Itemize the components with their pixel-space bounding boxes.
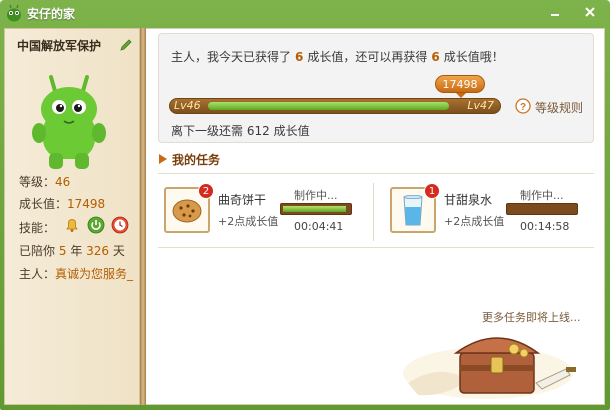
tasks-title: 我的任务 [172, 153, 221, 167]
task-time: 00:04:41 [294, 220, 344, 233]
pencil-icon[interactable] [119, 38, 133, 52]
triangle-right-icon [159, 154, 167, 164]
level-label: 等级： [19, 175, 56, 189]
growth-status-box: 主人，我今天已获得了 6 成长值，还可以再获得 6 成长值哦！ 17498 Lv46 L… [158, 33, 594, 143]
tasks-header-divider [158, 173, 594, 174]
svg-text:?: ? [520, 102, 526, 113]
growth-message: 主人，我今天已获得了 6 成长值，还可以再获得 6 成长值哦！ [171, 48, 504, 65]
window-title: 安仔的家 [27, 7, 76, 21]
task-name: 曲奇饼干 [218, 193, 267, 207]
pet-days: 已陪你 5 年 326 天 [19, 242, 125, 259]
task-count-badge: 1 [424, 183, 440, 199]
task-reward: +2点成长值 [444, 215, 505, 228]
task-status: 制作中... [520, 189, 564, 202]
level-progress-fill [208, 102, 449, 110]
treasure-chest-illustration [403, 337, 576, 399]
task-item[interactable]: 2 曲奇饼干 +2点成长值 制作中... 00:04:41 [160, 183, 376, 241]
level-from: Lv46 [174, 99, 201, 112]
remain-suffix: 成长值 [273, 124, 310, 138]
power-icon[interactable] [87, 216, 105, 234]
task-progress-fill [283, 206, 346, 212]
help-icon[interactable]: ? [515, 98, 531, 114]
title-bar[interactable]: 安仔的家 [0, 0, 610, 26]
level-to: Lv47 [467, 99, 494, 112]
pet-skills-label: 技能： [19, 219, 55, 236]
minimize-button[interactable] [545, 3, 565, 21]
task-progress-bar [506, 203, 578, 215]
close-icon [585, 7, 595, 17]
remaining-today-value: 6 [431, 50, 440, 64]
remaining-growth: 离下一级还需 612 成长值 [171, 122, 310, 139]
minimize-icon [551, 14, 559, 16]
days-prefix: 已陪你 [19, 244, 56, 258]
skills-label: 技能： [19, 221, 56, 235]
pet-info-panel: 中国解放军保护 等级：46 成长值：17498 技能： 已陪你 5 年 326 … [4, 28, 140, 405]
tasks-divider [158, 247, 594, 248]
pet-avatar[interactable] [29, 69, 109, 179]
owner-label: 主人： [19, 267, 56, 281]
days-unit: 天 [112, 244, 125, 258]
message-prefix: 主人，我今天已获得了 [171, 50, 292, 64]
growth-value: 17498 [67, 197, 106, 211]
growth-bubble: 17498 [435, 75, 485, 98]
growth-label: 成长值： [19, 197, 68, 211]
pet-growth: 成长值：17498 [19, 195, 105, 212]
level-progress-bar: Lv46 Lv47 [169, 98, 501, 114]
message-middle: 成长值，还可以再获得 [307, 50, 428, 64]
remain-value: 612 [246, 124, 270, 138]
task-name: 甘甜泉水 [444, 193, 493, 207]
years-unit: 年 [70, 244, 83, 258]
level-value: 46 [55, 175, 71, 189]
message-suffix: 成长值哦！ [443, 50, 504, 64]
pet-level: 等级：46 [19, 173, 70, 190]
main-panel: 主人，我今天已获得了 6 成长值，还可以再获得 6 成长值哦！ 17498 Lv46 L… [146, 28, 605, 405]
level-rules-link[interactable]: 等级规则 [535, 99, 583, 116]
task-separator [373, 183, 374, 241]
pet-name: 中国解放军保护 [17, 39, 102, 53]
owner-value: 真诚为您服务_ [55, 267, 134, 281]
pet-owner: 主人：真诚为您服务_ [19, 265, 133, 282]
green-pet-icon [7, 4, 21, 22]
close-button[interactable] [580, 3, 600, 21]
pet-home-window: 安仔的家 中国解放军保护 等级：46 成长值：17498 技能： 已陪你 5 年… [0, 0, 610, 410]
remain-prefix: 离下一级还需 [171, 124, 244, 138]
today-gained-value: 6 [295, 50, 304, 64]
task-time: 00:14:58 [520, 220, 570, 233]
years-value: 5 [58, 244, 67, 258]
clock-icon[interactable] [111, 216, 129, 234]
task-status: 制作中... [294, 189, 338, 202]
bell-icon[interactable] [63, 216, 81, 234]
task-progress-bar [280, 203, 352, 215]
task-count-badge: 2 [198, 183, 214, 199]
task-item[interactable]: 1 甘甜泉水 +2点成长值 制作中... 00:14:58 [386, 183, 602, 241]
task-reward: +2点成长值 [218, 215, 279, 228]
days-value: 326 [86, 244, 110, 258]
